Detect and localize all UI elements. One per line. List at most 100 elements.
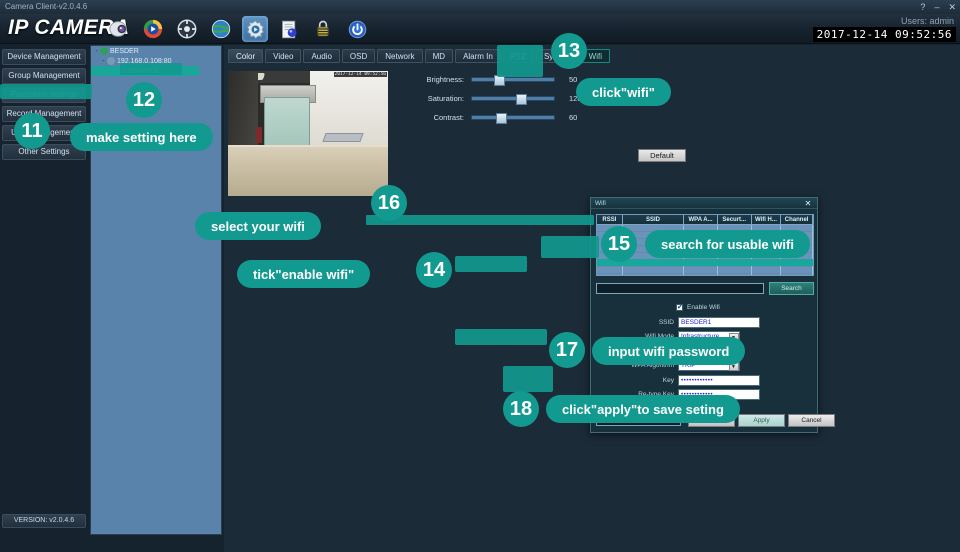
contrast-label: Contrast:: [433, 113, 464, 122]
tree-toggle-icon[interactable]: -: [100, 58, 107, 65]
user-label: Users: admin: [900, 16, 954, 26]
column-ssid: SSID: [623, 215, 685, 224]
annotation-label-search-for-usable-wifi: search for usable wifi: [645, 230, 810, 258]
camera-node-icon: [107, 57, 115, 65]
tree-node-besder[interactable]: - BESDER: [91, 46, 221, 56]
dialog-title: Wifi: [595, 200, 606, 207]
brightness-slider[interactable]: [471, 75, 555, 86]
dialog-close-icon[interactable]: ✕: [801, 198, 815, 209]
highlight-apply-button: [503, 366, 553, 392]
column-channel: Channel: [781, 215, 813, 224]
annotation-number-14: 14: [416, 252, 452, 288]
annotation-number-11: 11: [14, 113, 50, 149]
cancel-button[interactable]: Cancel: [788, 414, 835, 427]
enable-wifi-checkbox[interactable]: [676, 303, 683, 311]
tab-audio[interactable]: Audio: [303, 49, 340, 63]
tab-video[interactable]: Video: [265, 49, 302, 63]
wifi-search-row: Search: [596, 282, 814, 296]
ssid-label: SSID: [658, 318, 674, 326]
version-label: VERSION: v2.0.4.6: [2, 514, 86, 528]
gear-icon[interactable]: [242, 16, 268, 42]
column-rssi: RSSI: [597, 215, 623, 224]
contrast-row: Contrast: 60: [402, 111, 622, 124]
slider-knob[interactable]: [496, 113, 507, 124]
highlight-parameter-settings: [0, 84, 92, 99]
tab-md[interactable]: MD: [424, 49, 454, 63]
camera-icon[interactable]: [106, 16, 132, 42]
annotation-label-click-wifi: click"wifi": [576, 78, 671, 106]
video-osd-timestamp: 2017-12-14 09:52:56: [333, 72, 387, 77]
ssid-input[interactable]: BESDER1: [678, 316, 760, 328]
annotation-label-make-setting-here: make setting here: [70, 123, 213, 151]
annotation-number-15: 15: [601, 226, 637, 262]
column-wpa-auth: WPA A...: [684, 215, 718, 224]
log-icon[interactable]: [276, 16, 302, 42]
tab-network[interactable]: Network: [377, 49, 423, 63]
annotation-number-18: 18: [503, 391, 539, 427]
highlight-channel-node: [120, 63, 182, 75]
minimize-icon[interactable]: –: [934, 0, 939, 14]
close-icon[interactable]: ✕: [948, 0, 956, 14]
column-security: Securt...: [718, 215, 752, 224]
saturation-label: Saturation:: [427, 94, 464, 103]
annotation-number-16: 16: [371, 185, 407, 221]
power-icon[interactable]: [344, 16, 370, 42]
tree-node-label: BESDER: [110, 47, 139, 55]
contrast-value: 60: [569, 113, 578, 122]
key-row: Key ••••••••••••: [596, 374, 814, 386]
enable-wifi-row[interactable]: Enable Wifi: [596, 302, 814, 313]
annotation-label-select-your-wifi: select your wifi: [195, 212, 321, 240]
video-preview[interactable]: 2017-12-14 09:52:56: [228, 71, 388, 196]
table-header-row: RSSI SSID WPA A... Securt... Wifi H... C…: [597, 215, 813, 225]
saturation-slider[interactable]: [471, 94, 555, 105]
scene-object: [256, 127, 262, 143]
slider-knob[interactable]: [516, 94, 527, 105]
dialog-title-bar: Wifi ✕: [591, 198, 817, 209]
lock-icon[interactable]: [310, 16, 336, 42]
table-selected-row[interactable]: [597, 259, 813, 266]
globe-icon[interactable]: [208, 16, 234, 42]
key-label: Key: [662, 376, 674, 384]
enable-wifi-label: Enable Wifi: [687, 304, 720, 311]
ptz-icon[interactable]: [174, 16, 200, 42]
search-input[interactable]: [596, 283, 764, 294]
sidebar-item-device-management[interactable]: Device Management: [2, 49, 86, 65]
scene-keyboard: [322, 133, 364, 142]
annotation-label-tick-enable-wifi: tick"enable wifi": [237, 260, 371, 288]
window-title: Camera Client-v2.0.4.6: [5, 2, 88, 11]
window-controls: ? – ✕: [920, 0, 956, 14]
app-header: IP CAMERA Users: admin 2017-12-14 09:52:…: [0, 14, 960, 44]
main-panel: Color Video Audio OSD Network MD Alarm I…: [224, 45, 960, 552]
playback-icon[interactable]: [140, 16, 166, 42]
highlight-enable-wifi: [455, 256, 527, 272]
contrast-slider[interactable]: [471, 113, 555, 124]
help-icon[interactable]: ?: [920, 0, 925, 14]
title-bar: Camera Client-v2.0.4.6 ? – ✕: [0, 0, 960, 14]
clock-display: 2017-12-14 09:52:56: [812, 27, 956, 42]
scene-desk: [228, 145, 388, 196]
device-icon: [100, 47, 108, 55]
annotation-label-input-wifi-password: input wifi password: [592, 337, 746, 365]
highlight-key-field: [455, 329, 547, 345]
tree-toggle-icon[interactable]: -: [93, 48, 100, 55]
highlight-wifi-tab: [497, 45, 543, 77]
tab-alarm-in[interactable]: Alarm In: [455, 49, 501, 63]
key-input[interactable]: ••••••••••••: [678, 374, 760, 386]
brightness-label: Brightness:: [426, 75, 464, 84]
ssid-row: SSID BESDER1: [596, 316, 814, 328]
application-window: Camera Client-v2.0.4.6 ? – ✕ IP CAMERA U…: [0, 0, 960, 552]
sidebar-item-group-management[interactable]: Group Management: [2, 68, 86, 84]
column-wifi-hw: Wifi H...: [752, 215, 782, 224]
highlight-search-button: [541, 236, 599, 258]
apply-button[interactable]: Apply: [738, 414, 785, 427]
tab-color[interactable]: Color: [228, 49, 264, 63]
main-toolbar: [106, 15, 370, 43]
default-button[interactable]: Default: [638, 149, 686, 162]
annotation-number-12: 12: [126, 82, 162, 118]
search-button[interactable]: Search: [769, 282, 814, 295]
annotation-label-click-apply-to-save-seting: click"apply"to save seting: [546, 395, 740, 423]
tab-osd[interactable]: OSD: [341, 49, 376, 63]
annotation-number-17: 17: [549, 332, 585, 368]
device-tree[interactable]: - BESDER - 192.168.0.108:80 Channel 01: [90, 45, 222, 535]
annotation-number-13: 13: [551, 33, 587, 69]
